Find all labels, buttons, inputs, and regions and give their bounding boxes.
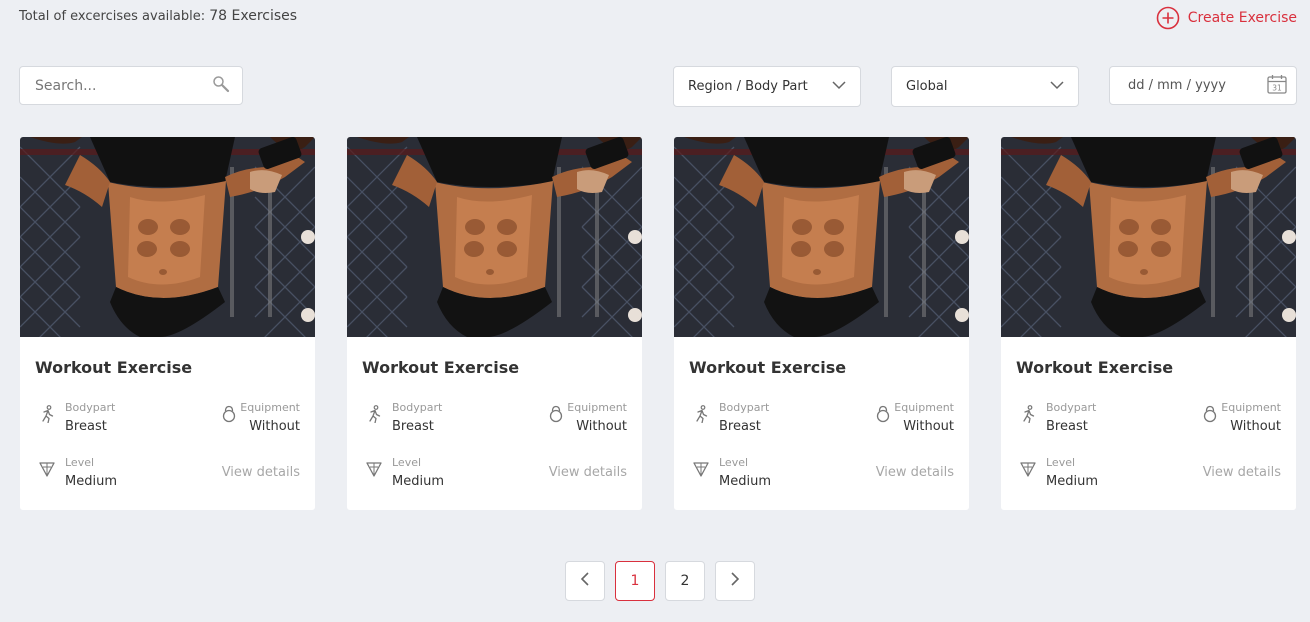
equipment-value: Without	[1230, 419, 1281, 434]
level-info: Level Medium	[719, 456, 771, 489]
view-details-link[interactable]: View details	[222, 465, 300, 480]
card-title: Workout Exercise	[35, 358, 193, 377]
total-label: Total of excercises available:	[19, 9, 206, 24]
total-exercises: Total of excercises available: 78 Exerci…	[19, 8, 297, 24]
scope-select-value: Global	[906, 79, 948, 94]
level-icon	[365, 460, 383, 478]
bodypart-value: Breast	[719, 419, 761, 434]
date-placeholder: dd / mm / yyyy	[1128, 78, 1226, 93]
equipment-info: Equipment Without	[894, 401, 954, 434]
equipment-label: Equipment	[1221, 401, 1281, 414]
search-input[interactable]	[35, 77, 212, 94]
bodypart-label: Bodypart	[65, 401, 116, 414]
chevron-left-icon	[580, 572, 590, 590]
card-title: Workout Exercise	[689, 358, 847, 377]
calendar-icon[interactable]: 31	[1266, 73, 1288, 99]
view-details-link[interactable]: View details	[1203, 465, 1281, 480]
bodypart-label: Bodypart	[719, 401, 770, 414]
equipment-label: Equipment	[894, 401, 954, 414]
bodypart-value: Breast	[392, 419, 434, 434]
level-value: Medium	[392, 474, 444, 489]
bodypart-info: Bodypart Breast	[65, 401, 115, 434]
bodypart-label: Bodypart	[1046, 401, 1097, 414]
level-label: Level	[65, 456, 95, 469]
bodypart-value: Breast	[65, 419, 107, 434]
exercise-card[interactable]: Workout Exercise Bodypart Breast Equipme…	[1001, 137, 1296, 510]
chevron-down-icon	[1050, 79, 1064, 94]
equipment-info: Equipment Without	[567, 401, 627, 434]
equipment-value: Without	[903, 419, 954, 434]
level-label: Level	[392, 456, 422, 469]
prev-page-button[interactable]	[565, 561, 605, 601]
create-exercise-button[interactable]: Create Exercise	[1156, 6, 1297, 30]
plus-circle-icon	[1156, 6, 1180, 30]
kettlebell-icon	[547, 405, 565, 423]
running-icon	[692, 405, 710, 424]
equipment-value: Without	[576, 419, 627, 434]
equipment-value: Without	[249, 419, 300, 434]
card-title: Workout Exercise	[362, 358, 520, 377]
exercise-image	[347, 137, 642, 337]
running-icon	[365, 405, 383, 424]
level-icon	[1019, 460, 1037, 478]
exercise-card[interactable]: Workout Exercise Bodypart Breast Equipme…	[674, 137, 969, 510]
level-info: Level Medium	[65, 456, 117, 489]
kettlebell-icon	[220, 405, 238, 423]
level-value: Medium	[65, 474, 117, 489]
page-1-button[interactable]: 1	[615, 561, 655, 601]
bodypart-info: Bodypart Breast	[1046, 401, 1096, 434]
card-title: Workout Exercise	[1016, 358, 1174, 377]
level-icon	[38, 460, 56, 478]
view-details-link[interactable]: View details	[549, 465, 627, 480]
total-count: 78 Exercises	[209, 8, 298, 24]
region-select-value: Region / Body Part	[688, 79, 808, 94]
level-value: Medium	[719, 474, 771, 489]
kettlebell-icon	[1201, 405, 1219, 423]
search-box[interactable]	[19, 66, 243, 105]
exercise-image	[674, 137, 969, 337]
search-icon[interactable]	[212, 75, 230, 97]
exercise-image	[20, 137, 315, 337]
region-bodypart-select[interactable]: Region / Body Part	[673, 66, 861, 107]
equipment-label: Equipment	[567, 401, 627, 414]
equipment-label: Equipment	[240, 401, 300, 414]
running-icon	[1019, 405, 1037, 424]
exercise-card-list: Workout Exercise Bodypart Breast Equipme…	[20, 137, 1296, 510]
level-info: Level Medium	[392, 456, 444, 489]
exercise-card[interactable]: Workout Exercise Bodypart Breast Equipme…	[20, 137, 315, 510]
bodypart-info: Bodypart Breast	[719, 401, 769, 434]
chevron-down-icon	[832, 79, 846, 94]
equipment-info: Equipment Without	[240, 401, 300, 434]
level-info: Level Medium	[1046, 456, 1098, 489]
view-details-link[interactable]: View details	[876, 465, 954, 480]
level-label: Level	[719, 456, 749, 469]
date-input[interactable]: dd / mm / yyyy 31	[1109, 66, 1297, 105]
next-page-button[interactable]	[715, 561, 755, 601]
exercise-card[interactable]: Workout Exercise Bodypart Breast Equipme…	[347, 137, 642, 510]
chevron-right-icon	[730, 572, 740, 590]
bodypart-info: Bodypart Breast	[392, 401, 442, 434]
level-value: Medium	[1046, 474, 1098, 489]
svg-text:31: 31	[1272, 83, 1282, 92]
create-exercise-label: Create Exercise	[1187, 10, 1297, 26]
running-icon	[38, 405, 56, 424]
kettlebell-icon	[874, 405, 892, 423]
equipment-info: Equipment Without	[1221, 401, 1281, 434]
bodypart-label: Bodypart	[392, 401, 443, 414]
bodypart-value: Breast	[1046, 419, 1088, 434]
page-2-button[interactable]: 2	[665, 561, 705, 601]
exercise-image	[1001, 137, 1296, 337]
scope-select[interactable]: Global	[891, 66, 1079, 107]
pagination: 1 2	[565, 561, 755, 601]
level-icon	[692, 460, 710, 478]
level-label: Level	[1046, 456, 1076, 469]
